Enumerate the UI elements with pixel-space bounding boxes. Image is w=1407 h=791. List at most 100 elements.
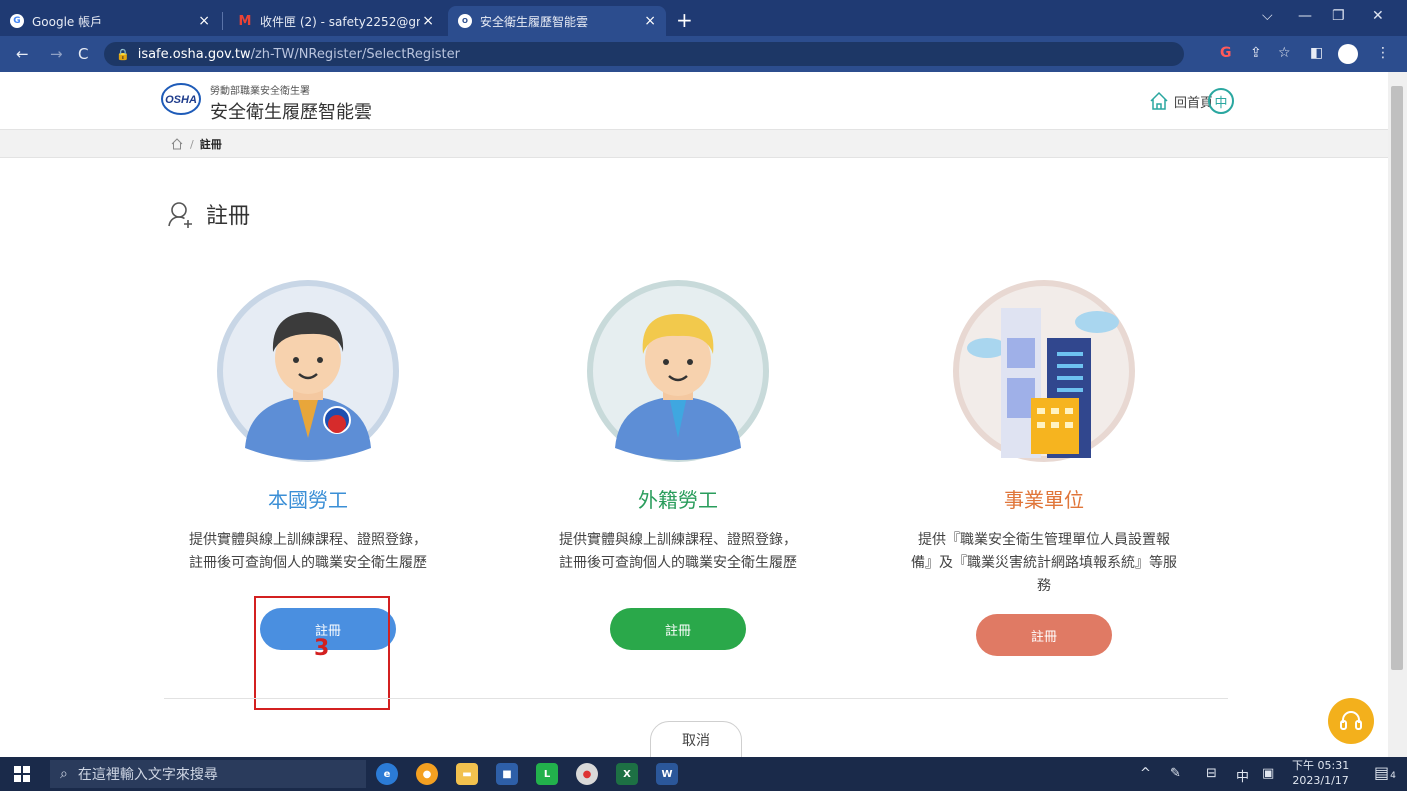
side-panel-icon[interactable]: ◧ bbox=[1310, 45, 1323, 61]
annotation-step-number: 3 bbox=[314, 636, 330, 661]
breadcrumb: / 註冊 bbox=[170, 136, 222, 152]
browser-tab-bar: G Google 帳戶 × M 收件匣 (2) - safety2252@gma… bbox=[0, 0, 1407, 36]
home-icon bbox=[1150, 91, 1168, 110]
google-icon: G bbox=[10, 14, 24, 28]
url-input[interactable]: 🔒 isafe.osha.gov.tw/zh-TW/NRegister/Sele… bbox=[104, 42, 1184, 66]
ime-indicator[interactable]: 中 bbox=[1236, 766, 1249, 785]
site-header: OSHA 勞動部職業安全衛生署 安全衛生履歷智能雲 回首頁 中 bbox=[0, 72, 1388, 130]
description-line: 註冊後可查詢個人的職業安全衛生履歷 bbox=[559, 555, 797, 571]
reload-button[interactable]: C bbox=[78, 45, 88, 63]
restore-button[interactable]: ❐ bbox=[1332, 8, 1345, 24]
url-path: /zh-TW/NRegister/SelectRegister bbox=[250, 46, 460, 62]
register-business-unit-button[interactable]: 註冊 bbox=[976, 614, 1112, 656]
tab-search-icon[interactable]: ⌵ bbox=[1262, 8, 1273, 24]
file-explorer-icon[interactable]: ▬ bbox=[456, 763, 478, 785]
tab-isafe[interactable]: O 安全衛生履歷智能雲 × bbox=[448, 6, 666, 36]
keyboard-icon[interactable]: ⊟ bbox=[1206, 766, 1217, 781]
gmail-icon: M bbox=[238, 13, 252, 29]
description-line: 備』及『職業災害統計網路填報系統』等服 bbox=[911, 555, 1177, 571]
foreign-worker-avatar bbox=[587, 280, 769, 462]
close-window-button[interactable]: ✕ bbox=[1372, 8, 1384, 24]
clock-date: 2023/1/17 bbox=[1292, 774, 1349, 787]
notification-count: 4 bbox=[1390, 771, 1396, 781]
domestic-worker-avatar bbox=[217, 280, 399, 462]
close-tab-icon[interactable]: × bbox=[644, 13, 656, 29]
page-title: 註冊 bbox=[166, 198, 250, 230]
svg-text:OSHA: OSHA bbox=[165, 94, 197, 106]
taskbar-clock[interactable]: 下午 05:31 2023/1/17 bbox=[1292, 758, 1349, 788]
osha-favicon-icon: O bbox=[458, 14, 472, 28]
search-placeholder: 在這裡輸入文字來搜尋 bbox=[77, 767, 218, 783]
tab-separator bbox=[222, 12, 223, 30]
lock-icon: 🔒 bbox=[116, 47, 130, 61]
site-name: 安全衛生履歷智能雲 bbox=[210, 102, 372, 123]
headset-icon bbox=[1340, 711, 1362, 730]
description-line: 提供實體與線上訓練課程、證照登錄， bbox=[559, 532, 797, 548]
card-description: 提供實體與線上訓練課程、證照登錄， 註冊後可查詢個人的職業安全衛生履歷 bbox=[138, 529, 478, 575]
share-icon[interactable]: ⇪ bbox=[1250, 45, 1262, 61]
google-extension-icon[interactable]: G bbox=[1220, 45, 1232, 61]
breadcrumb-separator: / bbox=[190, 137, 194, 151]
card-description: 提供實體與線上訓練課程、證照登錄， 註冊後可查詢個人的職業安全衛生履歷 bbox=[508, 529, 848, 575]
divider bbox=[164, 698, 1228, 699]
card-business-unit: 事業單位 提供『職業安全衛生管理單位人員設置報 備』及『職業災害統計網路填報系統… bbox=[874, 278, 1214, 598]
business-buildings-avatar bbox=[953, 280, 1135, 462]
clock-time: 下午 05:31 bbox=[1292, 759, 1350, 772]
page-title-text: 註冊 bbox=[206, 204, 251, 229]
language-button[interactable]: 中 bbox=[1208, 88, 1234, 114]
new-tab-button[interactable]: + bbox=[676, 8, 693, 32]
tab-title: Google 帳戶 bbox=[32, 14, 103, 29]
word-icon[interactable]: W bbox=[656, 763, 678, 785]
page-scrollbar[interactable] bbox=[1388, 72, 1407, 757]
chrome-icon[interactable]: ● bbox=[416, 763, 438, 785]
search-icon: ⌕ bbox=[60, 766, 68, 782]
line-icon[interactable]: L bbox=[536, 763, 558, 785]
card-description: 提供『職業安全衛生管理單位人員設置報 備』及『職業災害統計網路填報系統』等服 務 bbox=[874, 529, 1214, 598]
tab-title: 安全衛生履歷智能雲 bbox=[480, 14, 589, 29]
store-icon[interactable]: ■ bbox=[496, 763, 518, 785]
card-foreign-worker: 外籍勞工 提供實體與線上訓練課程、證照登錄， 註冊後可查詢個人的職業安全衛生履歷 bbox=[508, 278, 848, 575]
description-line: 提供實體與線上訓練課程、證照登錄， bbox=[189, 532, 427, 548]
card-title: 事業單位 bbox=[1004, 488, 1084, 512]
excel-icon[interactable]: X bbox=[616, 763, 638, 785]
add-user-icon bbox=[168, 202, 192, 228]
home-link[interactable]: 回首頁 bbox=[1148, 90, 1213, 112]
address-toolbar: ← → C 🔒 isafe.osha.gov.tw/zh-TW/NRegiste… bbox=[0, 36, 1407, 72]
notification-center-icon[interactable]: ▤4 bbox=[1374, 763, 1396, 782]
customer-service-button[interactable] bbox=[1328, 698, 1374, 744]
tab-gmail[interactable]: M 收件匣 (2) - safety2252@gmail. × bbox=[228, 6, 444, 36]
osha-logo[interactable]: OSHA bbox=[160, 82, 202, 116]
windows-taskbar: ⌕ 在這裡輸入文字來搜尋 e ● ▬ ■ L ● X W ^ ✎ ⊟ 中 ▣ 下… bbox=[0, 757, 1407, 791]
back-button[interactable]: ← bbox=[16, 45, 29, 63]
breadcrumb-bar: / 註冊 bbox=[0, 130, 1388, 158]
description-line: 務 bbox=[1037, 578, 1051, 594]
windows-start-icon[interactable] bbox=[14, 766, 30, 782]
minimize-button[interactable]: — bbox=[1298, 8, 1312, 24]
scrollbar-thumb[interactable] bbox=[1391, 86, 1403, 670]
agency-name: 勞動部職業安全衛生署 bbox=[210, 86, 310, 97]
edge-icon[interactable]: e bbox=[376, 763, 398, 785]
bookmark-star-icon[interactable]: ☆ bbox=[1278, 45, 1291, 61]
description-line: 註冊後可查詢個人的職業安全衛生履歷 bbox=[189, 555, 427, 571]
tab-google-account[interactable]: G Google 帳戶 × bbox=[0, 6, 220, 36]
breadcrumb-current: 註冊 bbox=[199, 138, 222, 151]
profile-avatar[interactable] bbox=[1338, 44, 1358, 64]
pen-icon[interactable]: ✎ bbox=[1170, 766, 1181, 781]
close-tab-icon[interactable]: × bbox=[198, 13, 210, 29]
close-tab-icon[interactable]: × bbox=[422, 13, 434, 29]
menu-icon[interactable]: ⋮ bbox=[1376, 45, 1390, 61]
cancel-button[interactable]: 取消 bbox=[650, 721, 742, 759]
register-foreign-worker-button[interactable]: 註冊 bbox=[610, 608, 746, 650]
card-domestic-worker: 本國勞工 提供實體與線上訓練課程、證照登錄， 註冊後可查詢個人的職業安全衛生履歷 bbox=[138, 278, 478, 575]
chrome-profile-icon[interactable]: ● bbox=[576, 763, 598, 785]
card-title: 外籍勞工 bbox=[638, 488, 718, 512]
taskbar-search-input[interactable]: ⌕ 在這裡輸入文字來搜尋 bbox=[50, 760, 366, 788]
url-host: isafe.osha.gov.tw bbox=[137, 46, 251, 62]
home-icon[interactable] bbox=[170, 137, 184, 151]
description-line: 提供『職業安全衛生管理單位人員設置報 bbox=[918, 532, 1170, 548]
forward-button[interactable]: → bbox=[50, 45, 63, 63]
show-hidden-icons-icon[interactable]: ^ bbox=[1140, 766, 1151, 781]
tab-title: 收件匣 (2) - safety2252@gmail. bbox=[260, 14, 420, 29]
card-title: 本國勞工 bbox=[268, 488, 348, 512]
ime-mode-icon[interactable]: ▣ bbox=[1262, 766, 1274, 781]
